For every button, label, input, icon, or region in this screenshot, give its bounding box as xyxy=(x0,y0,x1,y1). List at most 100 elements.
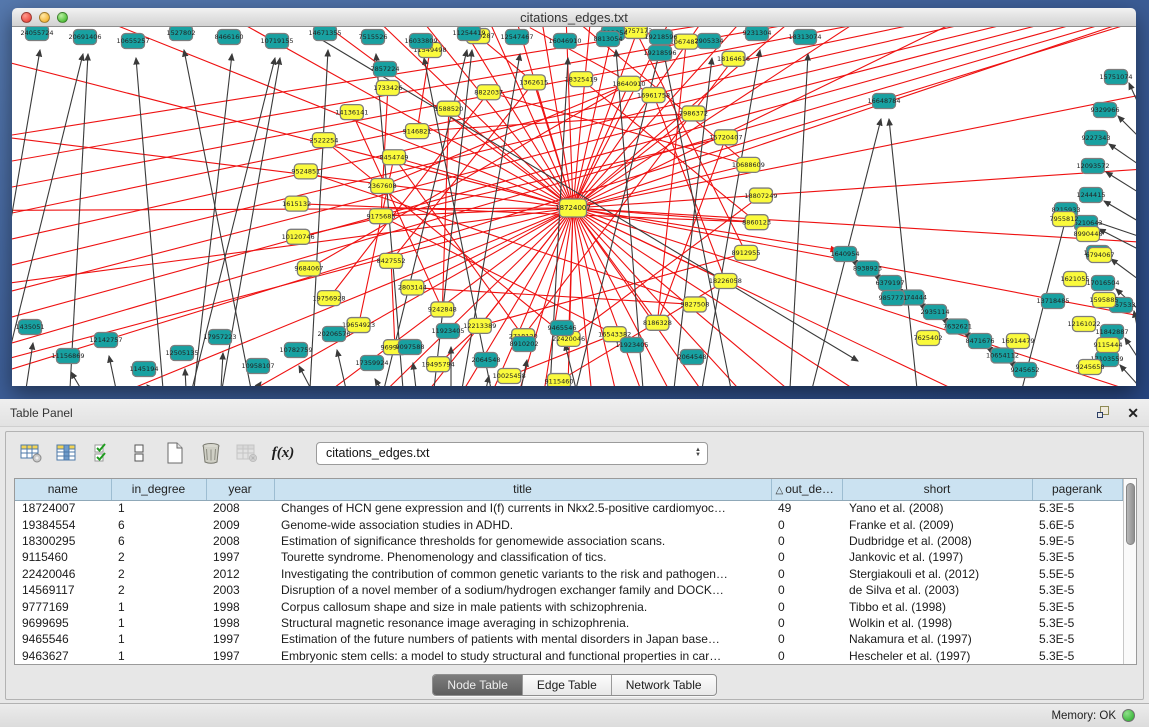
red-edge[interactable] xyxy=(573,119,1136,208)
table-cell[interactable]: 0 xyxy=(771,566,842,582)
graph-node[interactable]: 14671355 xyxy=(308,27,341,41)
delete-table-icon[interactable] xyxy=(232,438,262,468)
table-cell[interactable]: 2003 xyxy=(206,582,274,598)
table-row[interactable]: 911546021997Tourette syndrome. Phenomeno… xyxy=(15,549,1122,565)
tab-network-table[interactable]: Network Table xyxy=(612,675,716,695)
graph-node[interactable]: 2064548 xyxy=(472,353,501,368)
close-panel-icon[interactable]: ✕ xyxy=(1127,406,1139,420)
graph-node[interactable]: 9329966 xyxy=(1091,103,1120,118)
table-cell[interactable]: 6 xyxy=(111,516,206,532)
graph-node[interactable]: 16046910 xyxy=(548,34,581,49)
graph-node[interactable]: 2522254 xyxy=(309,133,338,148)
graph-node[interactable]: 14136141 xyxy=(335,105,368,120)
red-edge[interactable] xyxy=(12,27,573,208)
red-edge[interactable] xyxy=(573,208,837,250)
table-row[interactable]: 977716911998Corpus callosum shape and si… xyxy=(15,598,1122,614)
graph-node[interactable]: 2064548 xyxy=(678,350,707,365)
black-edge[interactable] xyxy=(1104,201,1136,221)
black-edge[interactable] xyxy=(1129,83,1136,103)
table-cell[interactable]: 2008 xyxy=(206,533,274,549)
red-edge[interactable] xyxy=(573,208,657,323)
table-header-row[interactable]: namein_degreeyeartitle△out_de…shortpager… xyxy=(15,479,1122,500)
graph-node[interactable]: 7632621 xyxy=(943,319,972,334)
graph-node[interactable]: 7955812 xyxy=(1050,212,1079,227)
graph-node[interactable]: 10655257 xyxy=(116,34,149,49)
table-cell[interactable]: Investigating the contribution of common… xyxy=(274,566,771,582)
black-edge[interactable] xyxy=(790,54,808,386)
rows-icon[interactable] xyxy=(124,438,154,468)
network-canvas[interactable]: 8860123891295518226058982750881863281654… xyxy=(12,27,1136,386)
table-cell[interactable]: Estimation of the future numbers of pati… xyxy=(274,631,771,647)
graph-node[interactable]: 10688609 xyxy=(732,157,765,172)
graph-node[interactable]: 1527802 xyxy=(167,27,196,41)
red-edge[interactable] xyxy=(391,261,395,347)
table-cell[interactable]: Estimation of significance thresholds fo… xyxy=(274,533,771,549)
table-cell[interactable]: 5.3E-5 xyxy=(1032,549,1122,565)
table-cell[interactable]: Genome-wide association studies in ADHD. xyxy=(274,516,771,532)
graph-node[interactable]: 10958107 xyxy=(241,359,274,374)
graph-node[interactable]: 8990448 xyxy=(1074,227,1103,242)
black-edge[interactable] xyxy=(1111,259,1136,279)
graph-node[interactable]: 17016504 xyxy=(1086,276,1119,291)
table-cell[interactable]: 9463627 xyxy=(15,648,111,664)
trash-icon[interactable] xyxy=(196,438,226,468)
table-cell[interactable]: Structural magnetic resonance image aver… xyxy=(274,615,771,631)
table-cell[interactable]: 2009 xyxy=(206,516,274,532)
table-cell[interactable]: 9699695 xyxy=(15,615,111,631)
graph-node[interactable]: 9524851 xyxy=(291,164,320,179)
graph-node[interactable]: 9231304 xyxy=(743,27,772,41)
graph-node[interactable]: 16961758 xyxy=(637,88,670,103)
graph-node[interactable]: 20206576 xyxy=(317,327,350,342)
graph-node[interactable]: 10782759 xyxy=(279,343,312,358)
graph-node[interactable]: 8427552 xyxy=(377,253,406,268)
window-titlebar[interactable]: citations_edges.txt xyxy=(12,8,1136,27)
graph-node[interactable]: 1362615 xyxy=(519,75,548,90)
table-cell[interactable]: Disruption of a novel member of a sodium… xyxy=(274,582,771,598)
table-row[interactable]: 2242004622012Investigating the contribut… xyxy=(15,566,1122,582)
table-cell[interactable]: 0 xyxy=(771,598,842,614)
table-cell[interactable]: Stergiakouli et al. (2012) xyxy=(842,566,1032,582)
table-cell[interactable]: Tibbo et al. (1998) xyxy=(842,598,1032,614)
table-cell[interactable]: Changes of HCN gene expression and I(f) … xyxy=(274,500,771,516)
graph-node[interactable]: 12142757 xyxy=(89,333,122,348)
black-edge[interactable] xyxy=(71,372,81,386)
graph-node[interactable]: 8813054 xyxy=(594,32,623,47)
red-edge[interactable] xyxy=(12,27,573,208)
table-cell[interactable]: 14569117 xyxy=(15,582,111,598)
table-row[interactable]: 1456911722003Disruption of a novel membe… xyxy=(15,582,1122,598)
table-cell[interactable]: 1 xyxy=(111,648,206,664)
graph-node[interactable]: 8466160 xyxy=(215,30,244,45)
column-header[interactable]: in_degree xyxy=(111,479,206,500)
graph-node[interactable]: 13718485 xyxy=(1036,294,1069,309)
graph-node[interactable]: 2905334 xyxy=(695,34,724,49)
graph-node[interactable]: 2803144 xyxy=(398,280,427,295)
black-edge[interactable] xyxy=(1118,116,1136,136)
graph-node[interactable]: 10719155 xyxy=(260,34,293,49)
table-cell[interactable]: Wolkin et al. (1998) xyxy=(842,615,1032,631)
table-cell[interactable]: 1 xyxy=(111,598,206,614)
graph-node[interactable]: 18640910 xyxy=(612,76,645,91)
table-cell[interactable]: 0 xyxy=(771,516,842,532)
table-cell[interactable]: 19384554 xyxy=(15,516,111,532)
graph-node[interactable]: 16648784 xyxy=(867,94,900,109)
graph-node[interactable]: 11923405 xyxy=(615,338,648,353)
red-edge[interactable] xyxy=(449,109,573,208)
red-edge[interactable] xyxy=(12,27,573,208)
red-edge[interactable] xyxy=(12,27,573,208)
table-row[interactable]: 1938455462009Genome-wide association stu… xyxy=(15,516,1122,532)
graph-node[interactable]: 1435051 xyxy=(16,320,45,335)
graph-node[interactable]: 17359924 xyxy=(355,356,388,371)
graph-node[interactable]: 9097588 xyxy=(396,340,425,355)
table-cell[interactable]: 0 xyxy=(771,631,842,647)
graph-node[interactable]: 11923405 xyxy=(431,324,464,339)
column-header[interactable]: name xyxy=(15,479,111,500)
graph-node[interactable]: 9465546 xyxy=(548,321,577,336)
table-cell[interactable]: 9115460 xyxy=(15,549,111,565)
table-cell[interactable]: 6 xyxy=(111,533,206,549)
red-edge[interactable] xyxy=(12,27,573,208)
graph-node[interactable]: 12505135 xyxy=(165,346,198,361)
table-cell[interactable]: 22420046 xyxy=(15,566,111,582)
graph-node[interactable]: 15751074 xyxy=(1099,70,1132,85)
table-cell[interactable]: 0 xyxy=(771,648,842,664)
graph-node[interactable]: 9245658 xyxy=(1076,360,1105,375)
